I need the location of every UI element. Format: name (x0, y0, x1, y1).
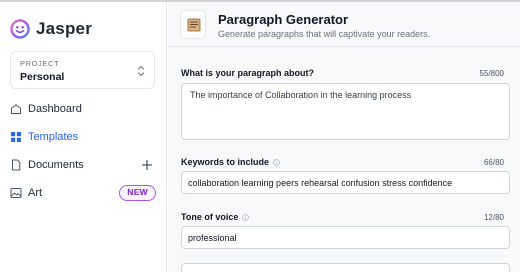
jasper-logo-icon (10, 19, 30, 39)
about-label-text: What is your paragraph about? (181, 68, 315, 78)
tone-char-counter: 12/80 (483, 213, 504, 222)
tone-input[interactable] (181, 226, 510, 249)
home-icon (11, 104, 21, 114)
main-panel: Paragraph Generator Generate paragraphs … (168, 2, 520, 272)
app-name: Jasper (36, 19, 93, 38)
plus-icon[interactable] (140, 158, 154, 172)
sidebar: Jasper PROJECT Personal Dashboard Templa… (0, 2, 167, 272)
keywords-label-text: Keywords to include (181, 157, 270, 167)
logo[interactable]: Jasper (10, 19, 92, 39)
project-name: Personal (20, 71, 65, 83)
keywords-field-label: Keywords to include (181, 157, 280, 167)
about-textarea[interactable]: The importance of Collaboration in the l… (181, 83, 510, 140)
tone-field-label: Tone of voice (181, 212, 250, 222)
grid-icon (11, 132, 21, 142)
project-selector[interactable]: PROJECT Personal (10, 51, 155, 89)
sidebar-item-label: Templates (28, 131, 79, 143)
sidebar-item-art[interactable]: Art NEW (10, 184, 157, 202)
page-header: Paragraph Generator Generate paragraphs … (168, 2, 520, 47)
project-label: PROJECT (20, 59, 60, 68)
page-title: Paragraph Generator (218, 12, 349, 27)
new-badge: NEW (119, 185, 156, 201)
sidebar-item-label: Art (28, 187, 43, 199)
keywords-char-counter: 66/80 (483, 158, 504, 167)
sidebar-item-templates[interactable]: Templates (10, 128, 157, 146)
info-icon[interactable] (273, 158, 280, 166)
info-icon[interactable] (242, 213, 250, 221)
keywords-input[interactable] (181, 171, 510, 194)
about-char-counter: 55/800 (479, 69, 504, 78)
next-field-card[interactable] (181, 263, 510, 272)
sidebar-item-label: Documents (28, 159, 84, 171)
tone-label-text: Tone of voice (181, 212, 239, 222)
sidebar-item-dashboard[interactable]: Dashboard (10, 100, 157, 118)
chevron-up-down-icon (137, 65, 145, 77)
image-icon (10, 188, 22, 198)
paragraph-icon (187, 18, 201, 32)
document-icon (12, 159, 21, 171)
about-field-label: What is your paragraph about? (181, 68, 314, 78)
template-icon-container (180, 10, 206, 39)
page-subtitle: Generate paragraphs that will captivate … (218, 29, 431, 39)
sidebar-item-label: Dashboard (28, 103, 82, 115)
sidebar-item-documents[interactable]: Documents (10, 156, 157, 174)
